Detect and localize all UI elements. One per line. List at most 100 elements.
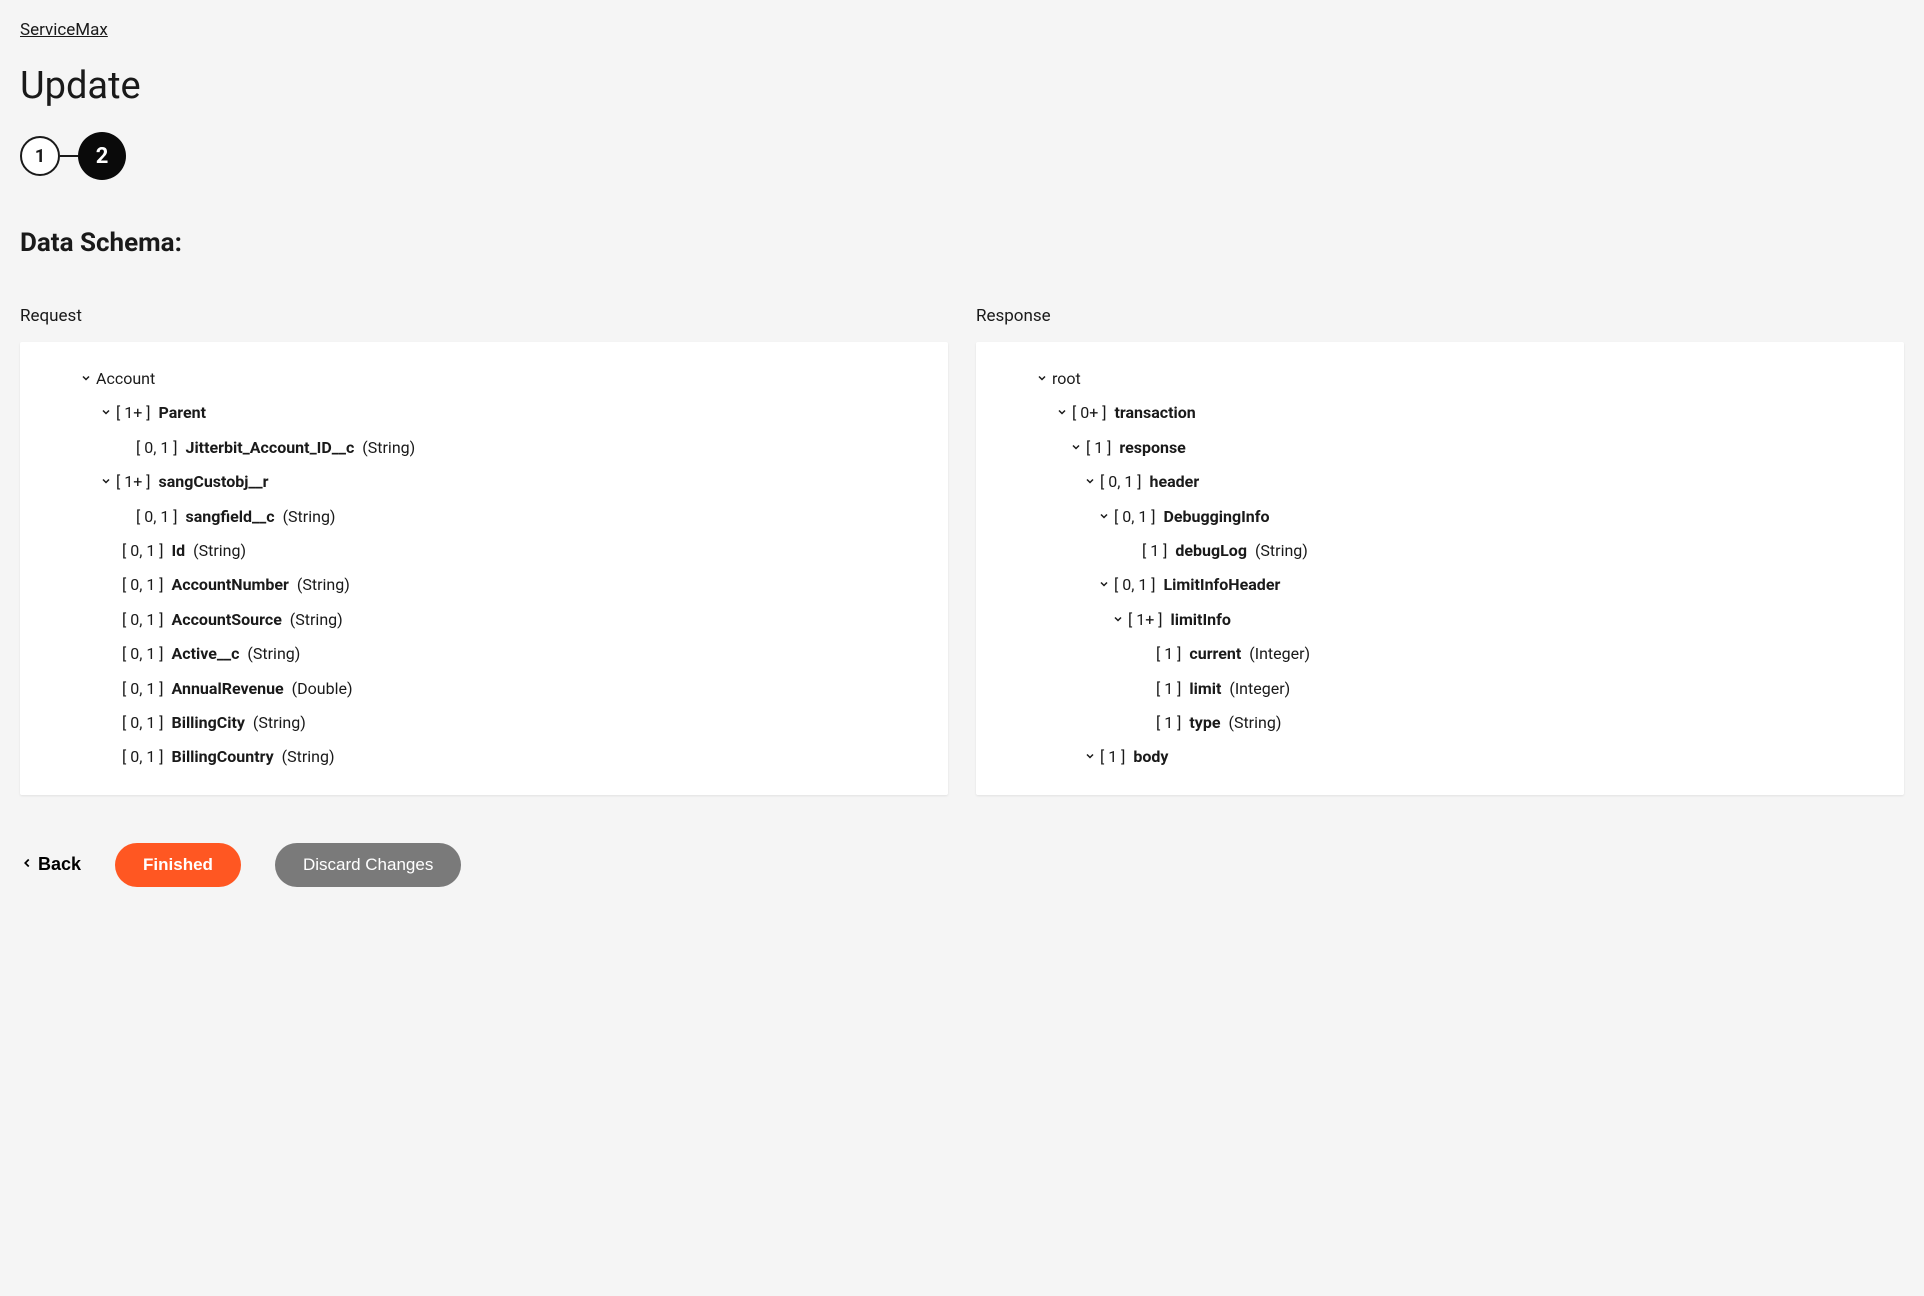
breadcrumb[interactable]: ServiceMax — [20, 20, 1904, 40]
chevron-down-icon[interactable] — [1108, 609, 1128, 631]
response-column: Response root [ 0+ ] transaction [ 1 ] res… — [976, 306, 1904, 795]
tree-node-content: [ 0, 1 ] Id (String) — [122, 540, 246, 562]
tree-node-content: [ 0, 1 ] Jitterbit_Account_ID__c (String… — [136, 437, 415, 459]
tree-node-content: [ 1+ ] limitInfo — [1128, 609, 1231, 631]
tree-node[interactable]: [ 1 ] response — [992, 431, 1888, 465]
tree-node-content: Account — [96, 368, 155, 390]
node-type: (String) — [189, 541, 246, 560]
tree-node[interactable]: [ 0, 1 ] BillingCity (String) — [36, 706, 932, 740]
cardinality-label: [ 0, 1 ] — [122, 644, 168, 663]
discard-button[interactable]: Discard Changes — [275, 843, 461, 887]
tree-node-content: [ 1 ] type (String) — [1156, 712, 1281, 734]
node-type: (String) — [293, 575, 350, 594]
tree-node-content: [ 1 ] debugLog (String) — [1142, 540, 1308, 562]
chevron-down-icon[interactable] — [1080, 746, 1100, 768]
tree-node-content: [ 1 ] response — [1086, 437, 1186, 459]
tree-node-content: [ 0+ ] transaction — [1072, 402, 1196, 424]
cardinality-label: [ 1 ] — [1142, 541, 1171, 560]
node-name: debugLog — [1175, 541, 1247, 560]
tree-node[interactable]: Account — [36, 362, 932, 396]
node-name: Jitterbit_Account_ID__c — [186, 438, 355, 457]
tree-node[interactable]: [ 0, 1 ] Active__c (String) — [36, 637, 932, 671]
node-type: (Double) — [288, 679, 353, 698]
tree-node[interactable]: [ 0, 1 ] header — [992, 465, 1888, 499]
cardinality-label: [ 0, 1 ] — [122, 713, 168, 732]
stepper: 1 2 — [20, 132, 1904, 180]
node-name: response — [1119, 438, 1185, 457]
finished-button[interactable]: Finished — [115, 843, 241, 887]
tree-node[interactable]: [ 0, 1 ] sangfield__c (String) — [36, 500, 932, 534]
tree-node[interactable]: [ 0, 1 ] DebuggingInfo — [992, 500, 1888, 534]
cardinality-label: [ 0, 1 ] — [122, 610, 168, 629]
node-name: body — [1133, 747, 1168, 766]
cardinality-label: [ 0+ ] — [1072, 403, 1110, 422]
tree-node[interactable]: [ 1 ] type (String) — [992, 706, 1888, 740]
back-button-label: Back — [38, 854, 81, 875]
cardinality-label: [ 0, 1 ] — [122, 575, 168, 594]
chevron-down-icon[interactable] — [1032, 368, 1052, 390]
node-type: (String) — [286, 610, 343, 629]
request-panel: Account [ 1+ ] Parent [ 0, 1 ] Jitterbit_A… — [20, 342, 948, 795]
cardinality-label: [ 0, 1 ] — [1100, 472, 1146, 491]
node-name: current — [1189, 644, 1241, 663]
tree-node[interactable]: [ 0, 1 ] BillingCountry (String) — [36, 740, 932, 774]
tree-node[interactable]: [ 0, 1 ] AccountNumber (String) — [36, 568, 932, 602]
tree-node[interactable]: [ 1+ ] Parent — [36, 396, 932, 430]
node-name: AccountSource — [172, 610, 282, 629]
node-name: BillingCountry — [172, 747, 274, 766]
node-type: (String) — [249, 713, 306, 732]
tree-node-content: root — [1052, 368, 1081, 390]
tree-node[interactable]: [ 1 ] debugLog (String) — [992, 534, 1888, 568]
step-connector — [60, 155, 78, 157]
step-1[interactable]: 1 — [20, 136, 60, 176]
page-title: Update — [20, 64, 1904, 108]
cardinality-label: [ 1 ] — [1086, 438, 1115, 457]
tree-node-content: [ 0, 1 ] AccountSource (String) — [122, 609, 343, 631]
chevron-down-icon[interactable] — [76, 368, 96, 390]
tree-node-content: [ 0, 1 ] AccountNumber (String) — [122, 574, 350, 596]
chevron-down-icon[interactable] — [1094, 574, 1114, 596]
node-name: Parent — [158, 403, 206, 422]
tree-node[interactable]: [ 0+ ] transaction — [992, 396, 1888, 430]
tree-node[interactable]: [ 0, 1 ] AccountSource (String) — [36, 603, 932, 637]
tree-node[interactable]: [ 1 ] body — [992, 740, 1888, 774]
tree-node-content: [ 0, 1 ] BillingCountry (String) — [122, 746, 335, 768]
tree-node[interactable]: [ 0, 1 ] LimitInfoHeader — [992, 568, 1888, 602]
tree-node[interactable]: [ 1+ ] limitInfo — [992, 603, 1888, 637]
node-name: root — [1052, 369, 1081, 388]
tree-node-content: [ 1 ] limit (Integer) — [1156, 678, 1290, 700]
node-type: (String) — [358, 438, 415, 457]
node-name: header — [1150, 472, 1200, 491]
response-label: Response — [976, 306, 1904, 326]
cardinality-label: [ 1 ] — [1156, 713, 1185, 732]
request-column: Request Account[ 1+ ] Parent[ 0, 1 ] Jit… — [20, 306, 948, 795]
cardinality-label: [ 1+ ] — [116, 472, 154, 491]
tree-node[interactable]: [ 1+ ] sangCustobj__r — [36, 465, 932, 499]
tree-node[interactable]: [ 0, 1 ] Jitterbit_Account_ID__c (String… — [36, 431, 932, 465]
tree-node[interactable]: root — [992, 362, 1888, 396]
node-type: (String) — [279, 507, 336, 526]
tree-node[interactable]: [ 0, 1 ] Id (String) — [36, 534, 932, 568]
cardinality-label: [ 1 ] — [1100, 747, 1129, 766]
chevron-down-icon[interactable] — [1052, 402, 1072, 424]
tree-node-content: [ 1+ ] Parent — [116, 402, 206, 424]
chevron-down-icon[interactable] — [96, 471, 116, 493]
chevron-down-icon[interactable] — [1066, 437, 1086, 459]
cardinality-label: [ 1 ] — [1156, 679, 1185, 698]
tree-node-content: [ 0, 1 ] AnnualRevenue (Double) — [122, 678, 353, 700]
tree-node[interactable]: [ 0, 1 ] AnnualRevenue (Double) — [36, 672, 932, 706]
chevron-down-icon[interactable] — [1094, 506, 1114, 528]
chevron-down-icon[interactable] — [96, 402, 116, 424]
back-button[interactable]: Back — [20, 854, 81, 875]
cardinality-label: [ 0, 1 ] — [1114, 507, 1160, 526]
cardinality-label: [ 0, 1 ] — [1114, 575, 1160, 594]
tree-node-content: [ 1+ ] sangCustobj__r — [116, 471, 269, 493]
cardinality-label: [ 1+ ] — [1128, 610, 1166, 629]
node-type: (String) — [1225, 713, 1282, 732]
tree-node-content: [ 0, 1 ] LimitInfoHeader — [1114, 574, 1280, 596]
chevron-down-icon[interactable] — [1080, 471, 1100, 493]
footer-actions: Back Finished Discard Changes — [20, 843, 1904, 887]
step-2[interactable]: 2 — [78, 132, 126, 180]
tree-node[interactable]: [ 1 ] limit (Integer) — [992, 672, 1888, 706]
tree-node[interactable]: [ 1 ] current (Integer) — [992, 637, 1888, 671]
